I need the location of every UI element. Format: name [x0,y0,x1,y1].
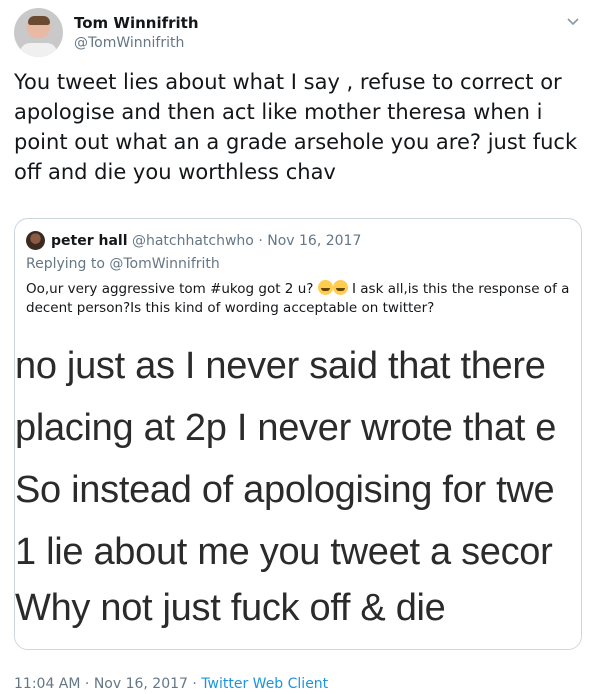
quoted-tweet[interactable]: peter hall @hatchhatchwho · Nov 16, 2017… [14,218,582,650]
image-text-line-5: Why not just fuck off & die [15,587,446,629]
avatar-shirt [20,43,57,57]
quoted-handle[interactable]: @hatchhatchwho [132,233,254,249]
tweet-client-link[interactable]: Twitter Web Client [201,676,328,692]
quoted-image[interactable]: no just as I never said that there placi… [15,337,581,649]
tears-of-joy-emoji [332,280,348,295]
quoted-avatar[interactable] [26,231,45,250]
quoted-date[interactable]: Nov 16, 2017 [267,233,361,249]
avatar-hair [28,16,50,25]
footer-separator-2: · [192,676,197,692]
tweet-date[interactable]: Nov 16, 2017 [94,676,188,692]
quoted-header: peter hall @hatchhatchwho · Nov 16, 2017 [51,233,361,249]
chevron-down-icon[interactable] [566,14,580,28]
tweet-footer: 11:04 AM · Nov 16, 2017 · Twitter Web Cl… [14,676,328,692]
tweet-text: You tweet lies about what I say , refuse… [14,70,578,184]
tweet-time[interactable]: 11:04 AM [14,676,80,692]
image-text-line-2: placing at 2p I never wrote that e [15,407,557,449]
replying-to: Replying to @TomWinnifrith [26,256,220,272]
author-name[interactable]: Tom Winnifrith [74,14,199,32]
image-text-line-3: So instead of apologising for twe [15,469,555,511]
author-avatar[interactable] [14,8,63,57]
quoted-separator: · [258,233,263,249]
image-text-line-4: 1 lie about me you tweet a secor [15,531,553,573]
quoted-name[interactable]: peter hall [51,233,128,249]
rolling-on-floor-laughing-emoji [317,280,333,295]
author-handle[interactable]: @TomWinnifrith [74,35,184,51]
quoted-text: Oo,ur very aggressive tom #ukog got 2 u?… [26,280,571,318]
image-text-line-1: no just as I never said that there [15,345,546,387]
quoted-text-before: Oo,ur very aggressive tom #ukog got 2 u? [26,281,318,297]
footer-separator-1: · [84,676,90,692]
